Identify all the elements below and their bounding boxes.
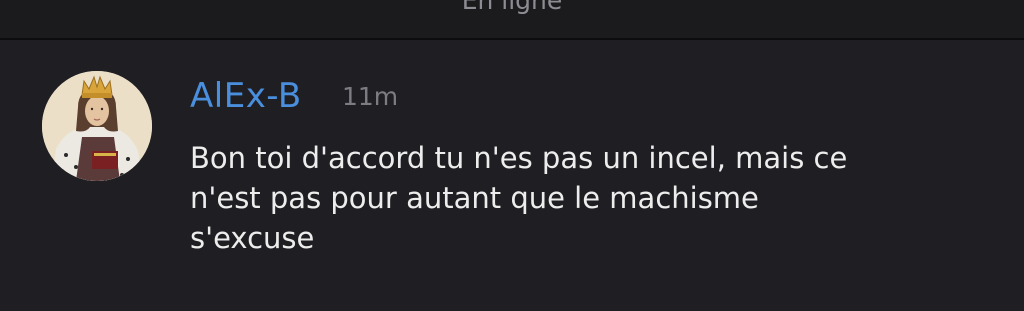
message-timestamp: 11m xyxy=(342,82,399,111)
message-text: Bon toi d'accord tu n'es pas un incel, m… xyxy=(190,138,990,258)
message-line: n'est pas pour autant que le machisme xyxy=(190,181,759,215)
message-line: s'excuse xyxy=(190,221,315,255)
conversation-header: En ligne xyxy=(0,0,1024,40)
avatar[interactable] xyxy=(42,71,152,181)
avatar-portrait-icon xyxy=(42,71,152,181)
online-status: En ligne xyxy=(461,0,563,15)
message-line: Bon toi d'accord tu n'es pas un incel, m… xyxy=(190,141,848,175)
chat-message: AlEx-B 11m Bon toi d'accord tu n'es pas … xyxy=(0,40,1024,311)
author-name[interactable]: AlEx-B xyxy=(190,76,302,116)
